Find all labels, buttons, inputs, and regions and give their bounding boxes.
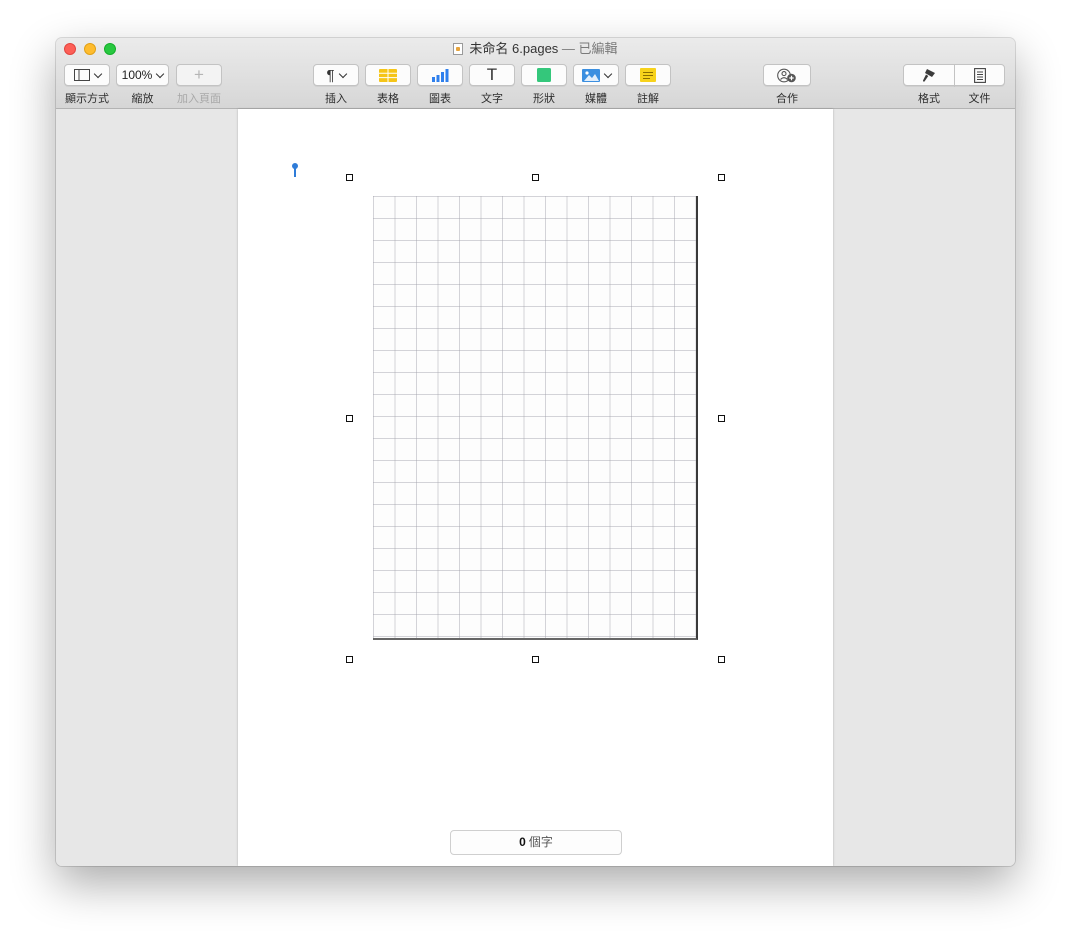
window-title: 未命名 6.pages — 已編輯 [56, 41, 1015, 57]
shape-button[interactable] [521, 64, 567, 86]
add-collaborator-icon [777, 68, 796, 82]
add-page-button[interactable]: + [176, 64, 222, 86]
format-label: 格式 [918, 93, 940, 105]
resize-handle-bottom-right[interactable] [718, 656, 725, 663]
resize-handle-right[interactable] [718, 415, 725, 422]
title-separator: — [561, 41, 575, 56]
pages-document-icon [453, 43, 464, 55]
square-shape-icon [537, 68, 551, 82]
chevron-down-icon [93, 69, 102, 78]
chevron-down-icon [603, 69, 612, 78]
sidebar-layout-icon [73, 69, 90, 81]
resize-handle-top-left[interactable] [346, 174, 353, 181]
text-insertion-cursor [292, 163, 298, 177]
view-button[interactable] [64, 64, 110, 86]
resize-handle-top[interactable] [532, 174, 539, 181]
insert-button[interactable]: ¶ [313, 64, 359, 86]
table-button[interactable] [365, 64, 411, 86]
media-button[interactable] [573, 64, 619, 86]
document-page[interactable]: 0 個字 [238, 109, 833, 866]
word-count-unit: 個字 [528, 835, 553, 849]
resize-handle-top-right[interactable] [718, 174, 725, 181]
resize-handle-bottom-left[interactable] [346, 656, 353, 663]
text-icon: T [486, 65, 498, 84]
text-label: 文字 [481, 93, 503, 105]
pages-window: 未命名 6.pages — 已編輯 顯示方式 100% 縮放 + 加入頁面 ¶ … [56, 38, 1015, 866]
resize-handle-bottom[interactable] [532, 656, 539, 663]
toolbar: 未命名 6.pages — 已編輯 顯示方式 100% 縮放 + 加入頁面 ¶ … [56, 38, 1015, 109]
collaborate-label: 合作 [776, 93, 798, 105]
bar-chart-icon [432, 68, 449, 82]
document-label: 文件 [968, 93, 991, 105]
view-label: 顯示方式 [65, 93, 109, 105]
insert-label: 插入 [325, 93, 347, 105]
word-count-indicator[interactable]: 0 個字 [450, 830, 622, 855]
format-button[interactable] [903, 64, 955, 86]
pilcrow-icon: ¶ [326, 66, 335, 84]
media-label: 媒體 [585, 93, 607, 105]
chevron-down-icon [338, 69, 347, 78]
chart-button[interactable] [417, 64, 463, 86]
chart-label: 圖表 [429, 93, 451, 105]
photo-icon [581, 68, 600, 82]
graph-paper-image[interactable] [373, 196, 698, 640]
word-count-value: 0 [519, 835, 526, 849]
paintbrush-icon [922, 68, 935, 82]
comment-note-icon [640, 68, 656, 82]
chevron-down-icon [156, 69, 165, 78]
add-page-label: 加入頁面 [177, 93, 221, 105]
document-name: 未命名 6.pages [469, 41, 559, 56]
document-button[interactable] [954, 64, 1005, 86]
collaborate-button[interactable] [763, 64, 811, 86]
resize-handle-left[interactable] [346, 415, 353, 422]
text-box-button[interactable]: T [469, 64, 515, 86]
shape-label: 形狀 [533, 93, 555, 105]
zoom-label: 縮放 [131, 93, 154, 105]
comment-label: 註解 [637, 93, 659, 105]
document-canvas[interactable]: 0 個字 [56, 109, 1015, 866]
table-icon [379, 68, 397, 82]
edit-status: 已編輯 [578, 41, 618, 56]
plus-icon: + [194, 65, 204, 84]
comment-button[interactable] [625, 64, 671, 86]
document-icon [973, 67, 986, 83]
zoom-select[interactable]: 100% [116, 64, 169, 86]
table-label: 表格 [377, 93, 399, 105]
zoom-value: 100% [121, 68, 153, 82]
